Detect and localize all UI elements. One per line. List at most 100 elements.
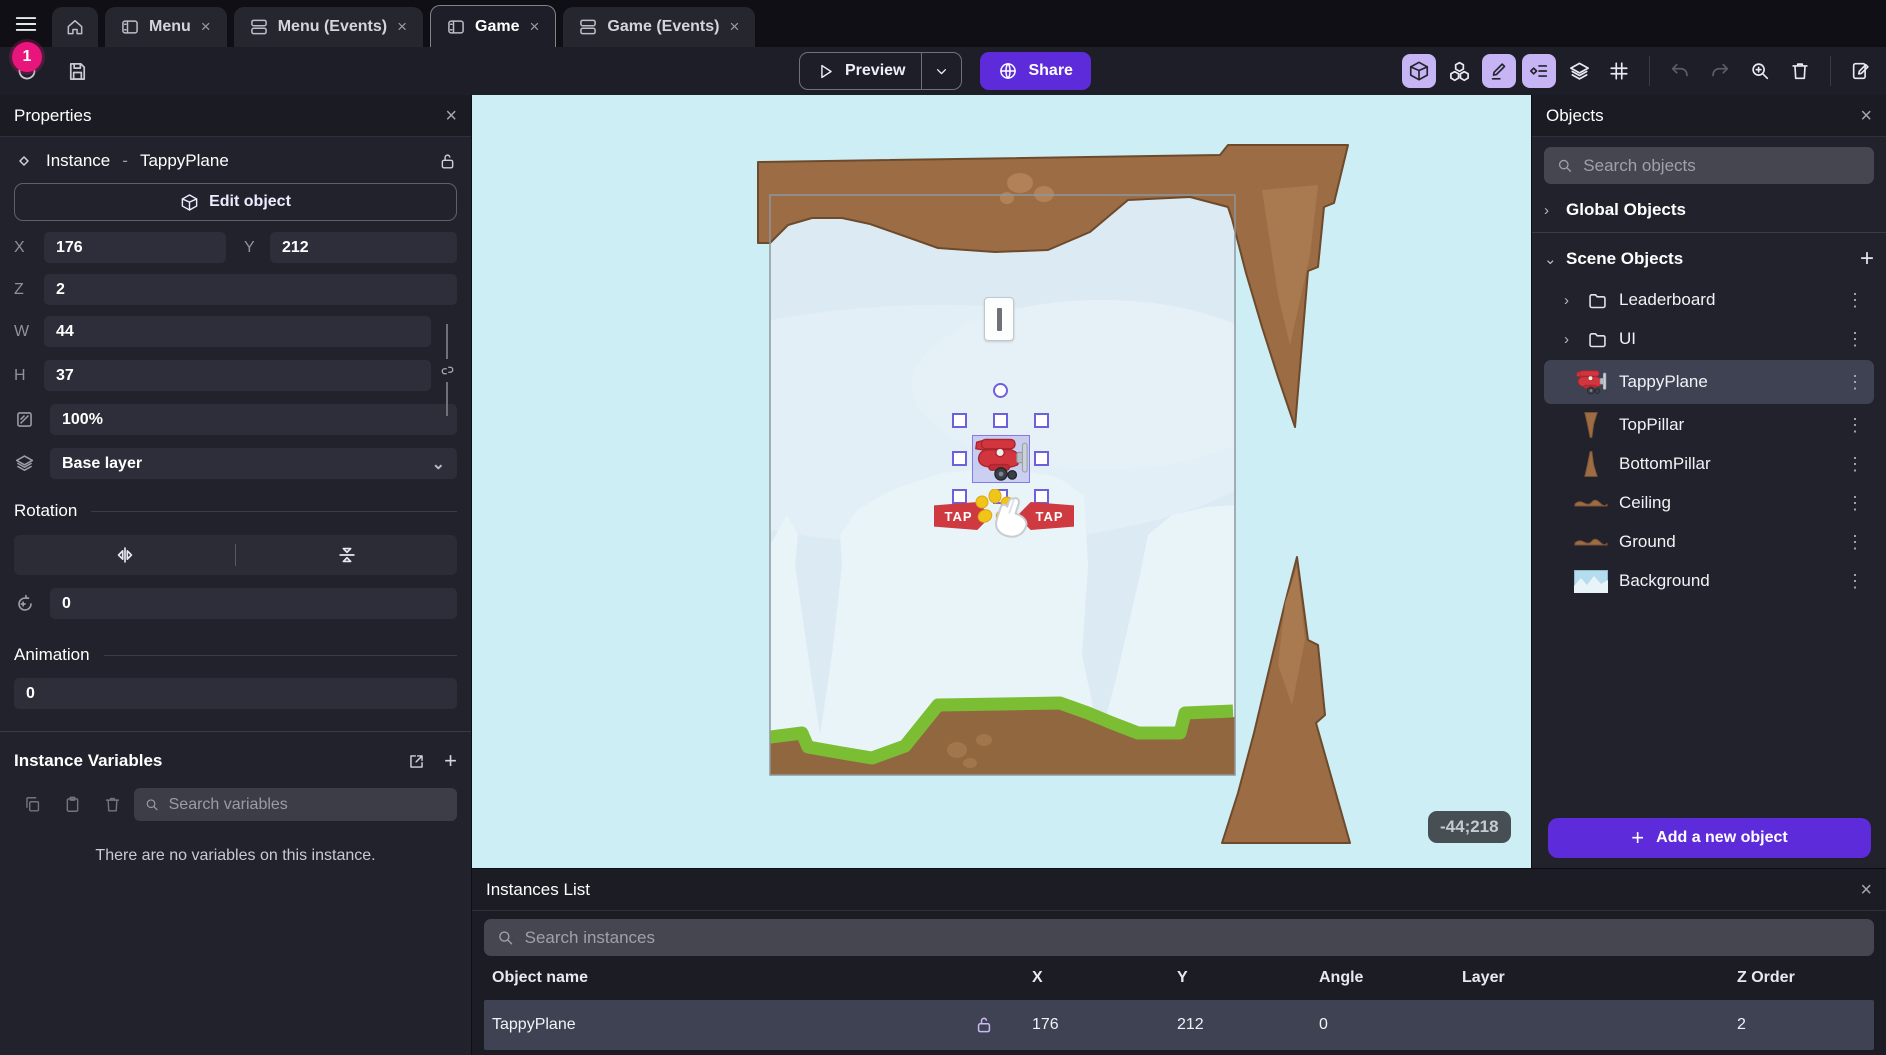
selection-handle[interactable]: [952, 489, 967, 504]
lock-instance-button[interactable]: [438, 152, 457, 171]
tab-menu-events[interactable]: Menu (Events) ×: [234, 7, 423, 47]
tappy-plane-sprite: [973, 436, 1029, 482]
object-menu-button[interactable]: ⋮: [1842, 290, 1868, 311]
object-menu-button[interactable]: ⋮: [1842, 493, 1868, 514]
share-button[interactable]: Share: [980, 52, 1090, 90]
selection-handle[interactable]: [993, 413, 1008, 428]
selection-handle[interactable]: [1034, 489, 1049, 504]
tab-close-button[interactable]: ×: [728, 17, 740, 37]
delete-variable-button[interactable]: [94, 795, 130, 814]
object-item-tappyplane-selected[interactable]: TappyPlane ⋮: [1544, 360, 1874, 404]
scene-tab-icon: [120, 17, 140, 37]
scene-editor-canvas[interactable]: TAP TAP -44;218: [472, 95, 1531, 868]
chevron-right-icon: ›: [1544, 202, 1556, 219]
scene-notes-button[interactable]: [1844, 54, 1878, 88]
width-input[interactable]: [44, 316, 431, 347]
global-objects-section[interactable]: › Global Objects: [1544, 190, 1874, 230]
height-input[interactable]: [44, 360, 431, 391]
z-label: Z: [14, 281, 36, 299]
edit-note-icon: [1850, 60, 1872, 82]
lock-aspect-ratio-button[interactable]: [437, 324, 457, 416]
objects-editor-button[interactable]: [1442, 54, 1476, 88]
object-menu-button[interactable]: ⋮: [1842, 415, 1868, 436]
main-menu-button[interactable]: [0, 0, 52, 47]
delete-button[interactable]: [1783, 54, 1817, 88]
tab-game-scene-active[interactable]: Game ×: [430, 5, 556, 47]
search-instances-input[interactable]: [525, 928, 1862, 948]
save-button[interactable]: [60, 54, 94, 88]
redo-button[interactable]: [1703, 54, 1737, 88]
flip-vertical-icon: [336, 544, 358, 566]
add-object-plus-button[interactable]: +: [1860, 247, 1874, 271]
flip-vertical-button[interactable]: [236, 535, 457, 575]
object-item-bottompillar[interactable]: BottomPillar ⋮: [1544, 446, 1874, 482]
object-item-ground[interactable]: Ground ⋮: [1544, 524, 1874, 560]
object-menu-button[interactable]: ⋮: [1842, 454, 1868, 475]
scene-objects-section[interactable]: ⌄ Scene Objects +: [1544, 239, 1874, 279]
selected-instance-tappyplane[interactable]: [972, 435, 1030, 483]
animation-input[interactable]: [14, 678, 457, 709]
preview-button[interactable]: Preview: [800, 53, 921, 89]
selection-handle[interactable]: [952, 413, 967, 428]
z-input[interactable]: [44, 274, 457, 305]
close-instances-list-button[interactable]: ×: [1860, 880, 1872, 900]
undo-button[interactable]: [1663, 54, 1697, 88]
object-item-toppillar[interactable]: TopPillar ⋮: [1544, 407, 1874, 443]
edit-object-button[interactable]: Edit object: [14, 183, 457, 221]
search-variables-input[interactable]: [169, 796, 447, 814]
preview-options-button[interactable]: [922, 53, 961, 89]
rotation-input[interactable]: [50, 588, 457, 619]
y-input[interactable]: [270, 232, 457, 263]
objects-panel: Objects × › Global Objects ⌄ Scene Objec…: [1531, 95, 1886, 868]
close-objects-button[interactable]: ×: [1860, 106, 1872, 126]
instance-x-cell: 176: [1032, 1016, 1177, 1034]
properties-title: Properties: [14, 106, 91, 126]
zoom-button[interactable]: [1743, 54, 1777, 88]
grid-icon: [1608, 60, 1630, 82]
open-variables-editor-button[interactable]: [407, 752, 426, 771]
rotation-handle[interactable]: [993, 383, 1008, 398]
tappyplane-thumbnail: [1574, 369, 1608, 395]
object-folder-leaderboard[interactable]: › Leaderboard ⋮: [1544, 282, 1874, 318]
unlock-icon[interactable]: [974, 1015, 1032, 1035]
object-menu-button[interactable]: ⋮: [1842, 329, 1868, 350]
tab-close-button[interactable]: ×: [396, 17, 408, 37]
project-update-button[interactable]: 1: [10, 54, 44, 88]
tab-close-button[interactable]: ×: [200, 17, 212, 37]
object-menu-button[interactable]: ⋮: [1842, 532, 1868, 553]
tab-home[interactable]: [52, 7, 98, 47]
tab-game-events[interactable]: Game (Events) ×: [563, 7, 755, 47]
tab-menu-scene[interactable]: Menu ×: [105, 7, 227, 47]
object-folder-ui[interactable]: › UI ⋮: [1544, 321, 1874, 357]
object-menu-button[interactable]: ⋮: [1842, 571, 1868, 592]
instances-table-header: Object name X Y Angle Layer Z Order: [484, 956, 1874, 1000]
unlock-icon: [438, 152, 457, 171]
copy-variable-button[interactable]: [14, 795, 50, 814]
object-item-background[interactable]: Background ⋮: [1544, 563, 1874, 599]
tab-close-button[interactable]: ×: [528, 17, 540, 37]
edit-mode-button[interactable]: [1482, 54, 1516, 88]
selection-handle[interactable]: [952, 451, 967, 466]
toggle-3d-view-button[interactable]: [1402, 54, 1436, 88]
instances-list-button[interactable]: [1522, 54, 1556, 88]
layers-button[interactable]: [1562, 54, 1596, 88]
instance-row-tappyplane[interactable]: TappyPlane 176 212 0 2: [484, 1000, 1874, 1050]
close-properties-button[interactable]: ×: [445, 106, 457, 126]
layer-select[interactable]: Base layer ⌄: [50, 448, 457, 479]
x-input[interactable]: [44, 232, 226, 263]
add-variable-button[interactable]: +: [444, 748, 457, 774]
properties-panel: Properties × Instance - TappyPlane Edit …: [0, 95, 472, 1055]
paste-variable-button[interactable]: [54, 795, 90, 814]
search-objects-input[interactable]: [1583, 156, 1862, 176]
object-menu-button[interactable]: ⋮: [1842, 372, 1868, 393]
instances-list-panel: Instances List × Object name X Y Angle L…: [472, 868, 1886, 1055]
selection-handle[interactable]: [1034, 413, 1049, 428]
selection-handle[interactable]: [1034, 451, 1049, 466]
add-new-object-button[interactable]: + Add a new object: [1548, 818, 1871, 858]
opacity-input[interactable]: [50, 404, 457, 435]
copy-icon: [23, 795, 42, 814]
flip-horizontal-button[interactable]: [14, 535, 235, 575]
object-item-ceiling[interactable]: Ceiling ⋮: [1544, 485, 1874, 521]
grid-button[interactable]: [1602, 54, 1636, 88]
chevron-down-icon: ⌄: [1544, 250, 1556, 268]
